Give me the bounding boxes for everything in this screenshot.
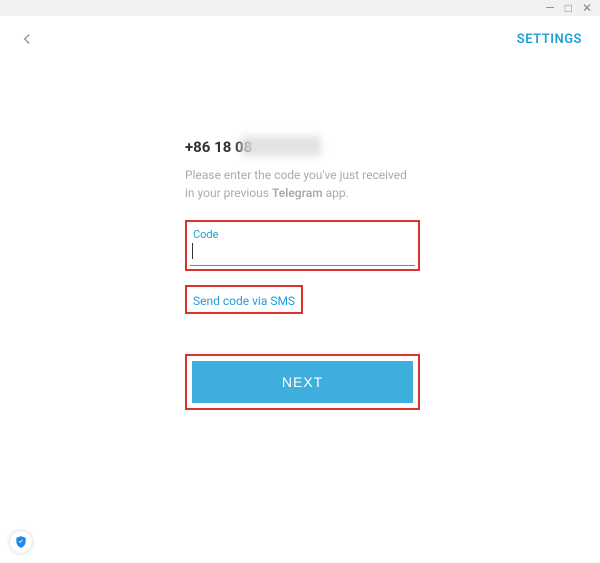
- close-icon[interactable]: ✕: [582, 2, 592, 14]
- text-cursor-icon: [192, 243, 193, 259]
- code-input-highlight: Code: [185, 220, 420, 271]
- instruction-text: Please enter the code you've just receiv…: [185, 166, 420, 202]
- app-header: SETTINGS: [0, 16, 600, 48]
- next-button-highlight: NEXT: [185, 354, 420, 410]
- instruction-app-name: Telegram: [272, 186, 323, 200]
- redaction-blur: [241, 136, 321, 156]
- back-arrow-icon[interactable]: [18, 30, 36, 48]
- next-button[interactable]: NEXT: [192, 361, 413, 403]
- instruction-line2-post: app.: [323, 186, 349, 200]
- phone-number-display: +86 18 08: [185, 138, 420, 156]
- shield-icon: [10, 531, 32, 553]
- window-titlebar: — □ ✕: [0, 0, 600, 16]
- code-input[interactable]: [190, 241, 415, 266]
- sms-link-highlight: Send code via SMS: [185, 285, 303, 314]
- settings-link[interactable]: SETTINGS: [517, 32, 582, 47]
- send-sms-link[interactable]: Send code via SMS: [190, 293, 298, 309]
- maximize-icon[interactable]: □: [565, 2, 572, 14]
- instruction-line2-pre: in your previous: [185, 186, 272, 200]
- code-label: Code: [190, 225, 415, 241]
- instruction-line1: Please enter the code you've just receiv…: [185, 168, 407, 182]
- minimize-icon[interactable]: —: [545, 2, 554, 14]
- verification-panel: +86 18 08 Please enter the code you've j…: [185, 138, 420, 410]
